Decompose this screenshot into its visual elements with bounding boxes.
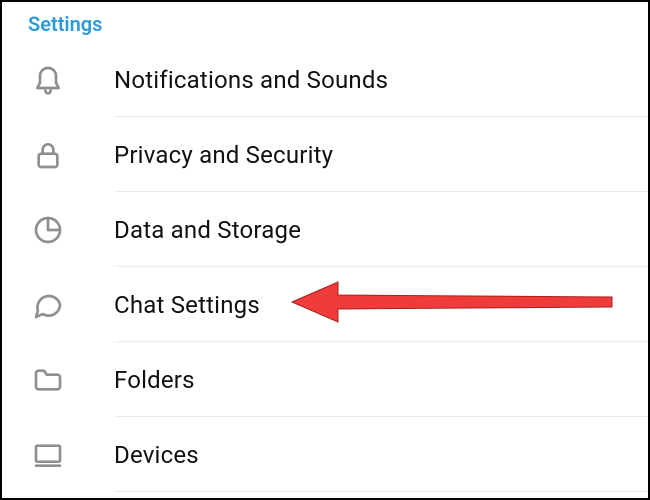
pie-icon bbox=[32, 214, 114, 246]
settings-item-privacy[interactable]: Privacy and Security bbox=[2, 117, 648, 192]
bell-icon bbox=[32, 64, 114, 96]
settings-item-label: Notifications and Sounds bbox=[114, 66, 388, 94]
settings-item-label: Data and Storage bbox=[114, 216, 301, 244]
settings-item-label: Folders bbox=[114, 366, 195, 394]
settings-item-chat[interactable]: Chat Settings bbox=[2, 267, 648, 342]
settings-item-folders[interactable]: Folders bbox=[2, 342, 648, 417]
section-title: Settings bbox=[2, 2, 648, 42]
settings-item-notifications[interactable]: Notifications and Sounds bbox=[2, 42, 648, 117]
settings-screen: Settings Notifications and Sounds Privac… bbox=[0, 0, 650, 500]
folder-icon bbox=[32, 364, 114, 396]
chat-icon bbox=[32, 289, 114, 321]
divider bbox=[114, 491, 648, 492]
settings-item-data[interactable]: Data and Storage bbox=[2, 192, 648, 267]
settings-item-devices[interactable]: Devices bbox=[2, 417, 648, 492]
lock-icon bbox=[32, 139, 114, 171]
settings-list: Notifications and Sounds Privacy and Sec… bbox=[2, 42, 648, 492]
settings-item-label: Chat Settings bbox=[114, 291, 260, 319]
settings-item-label: Devices bbox=[114, 441, 199, 469]
device-icon bbox=[32, 439, 114, 471]
settings-item-label: Privacy and Security bbox=[114, 141, 333, 169]
